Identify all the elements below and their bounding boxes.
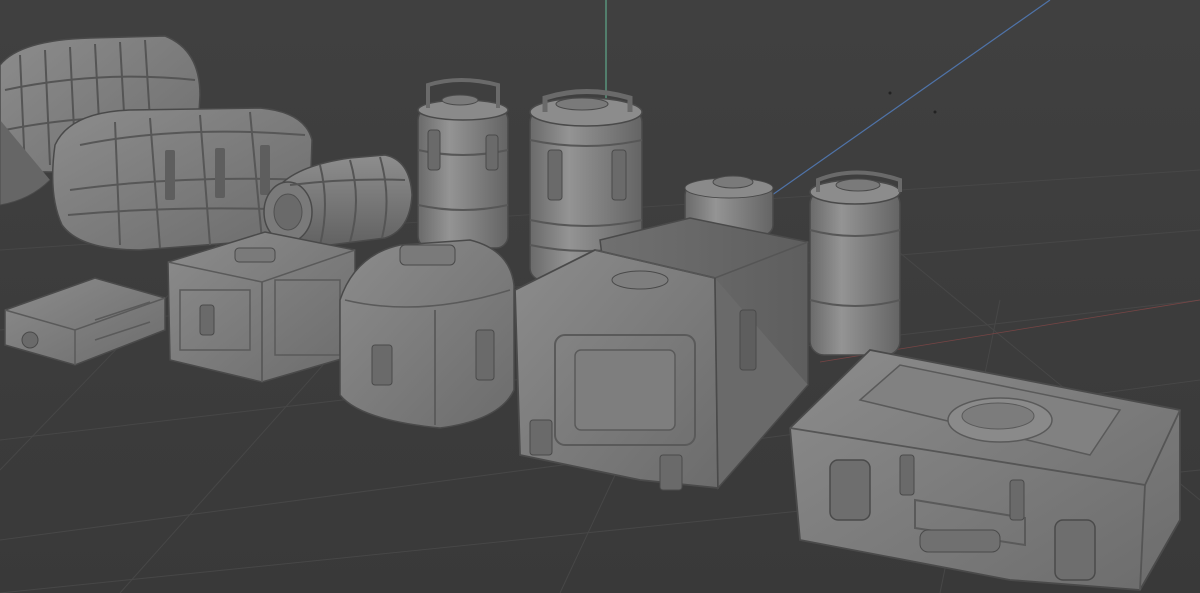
viewport-canvas[interactable]: [0, 0, 1200, 593]
medium-case-left-mesh[interactable]: [167, 231, 356, 383]
medium-case-center-mesh[interactable]: [339, 239, 515, 429]
stray-vertex: [933, 110, 937, 114]
tall-canister-left-mesh[interactable]: [417, 78, 509, 249]
3d-viewport[interactable]: [0, 0, 1200, 593]
stray-vertex: [888, 91, 892, 95]
tall-canister-right-mesh[interactable]: [809, 170, 902, 356]
